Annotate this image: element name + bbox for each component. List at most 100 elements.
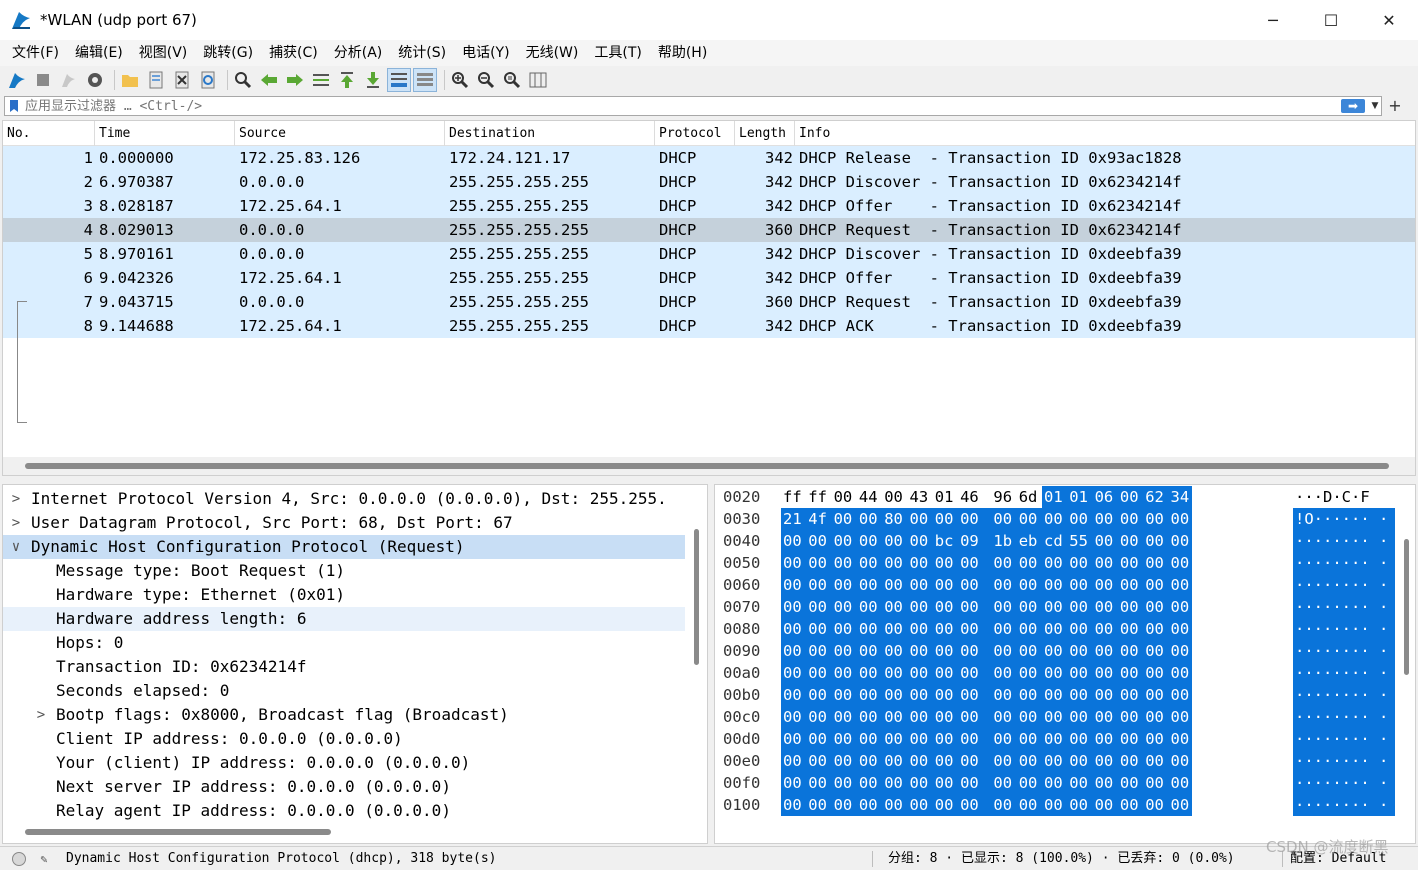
hex-byte[interactable]: 00 — [1019, 640, 1038, 662]
hex-byte[interactable]: 00 — [935, 728, 954, 750]
menu-edit[interactable]: 编辑(E) — [67, 40, 131, 66]
column-header-info[interactable]: Info — [795, 121, 1415, 146]
hex-byte[interactable]: 00 — [1171, 728, 1190, 750]
hex-byte[interactable]: 00 — [1145, 684, 1164, 706]
hex-byte[interactable]: 00 — [1171, 750, 1190, 772]
hex-byte[interactable]: 00 — [808, 530, 827, 552]
details-tree-item[interactable]: Hops: 0 — [3, 631, 707, 655]
hex-byte[interactable]: 43 — [910, 486, 929, 508]
hex-byte[interactable]: 00 — [884, 618, 903, 640]
hex-byte[interactable]: 00 — [783, 640, 802, 662]
close-button[interactable]: ✕ — [1360, 0, 1418, 40]
hex-byte[interactable]: 00 — [834, 662, 853, 684]
hex-byte[interactable]: 00 — [859, 552, 878, 574]
hex-byte[interactable]: 00 — [808, 684, 827, 706]
hex-byte[interactable]: 00 — [1019, 552, 1038, 574]
bytes-vscroll-thumb[interactable] — [1404, 539, 1409, 675]
auto-scroll-icon[interactable] — [387, 68, 411, 92]
expanded-chevron-icon[interactable]: ∨ — [9, 535, 23, 559]
hex-byte[interactable]: 00 — [808, 728, 827, 750]
hex-byte[interactable]: 00 — [1095, 596, 1114, 618]
hex-byte[interactable]: 80 — [884, 508, 903, 530]
hex-byte[interactable]: 00 — [884, 684, 903, 706]
hex-byte[interactable]: 00 — [935, 662, 954, 684]
collapsed-chevron-icon[interactable]: > — [9, 511, 23, 535]
details-tree-item[interactable]: > User Datagram Protocol, Src Port: 68, D… — [3, 511, 707, 535]
hex-byte[interactable]: 00 — [884, 728, 903, 750]
hex-byte[interactable]: 00 — [1044, 508, 1063, 530]
reload-file-icon[interactable] — [197, 69, 219, 91]
hex-byte[interactable]: 00 — [1069, 750, 1088, 772]
hex-byte[interactable]: 00 — [1044, 574, 1063, 596]
go-forward-icon[interactable] — [284, 69, 306, 91]
menu-telephony[interactable]: 电话(Y) — [454, 40, 517, 66]
hex-byte[interactable]: 00 — [834, 552, 853, 574]
open-file-icon[interactable] — [119, 69, 141, 91]
zoom-out-icon[interactable] — [475, 69, 497, 91]
hex-byte[interactable]: 00 — [783, 728, 802, 750]
hex-byte[interactable]: cd — [1044, 530, 1063, 552]
hex-byte[interactable]: 00 — [1019, 728, 1038, 750]
hex-byte[interactable]: 00 — [1120, 530, 1139, 552]
hex-byte[interactable]: 00 — [960, 552, 979, 574]
hex-byte[interactable]: 00 — [993, 706, 1012, 728]
hex-byte[interactable]: 00 — [1145, 640, 1164, 662]
hex-byte[interactable]: 00 — [884, 706, 903, 728]
details-tree-item[interactable]: ∨ Dynamic Host Configuration Protocol (Re… — [3, 535, 685, 559]
hex-byte[interactable]: 00 — [910, 728, 929, 750]
hex-byte[interactable]: 00 — [1171, 530, 1190, 552]
hex-byte[interactable]: 00 — [1145, 706, 1164, 728]
hex-byte[interactable]: 00 — [1069, 772, 1088, 794]
hex-byte[interactable]: 01 — [1044, 486, 1063, 508]
hex-byte[interactable]: 09 — [960, 530, 979, 552]
hex-byte[interactable]: 00 — [1145, 618, 1164, 640]
hex-byte[interactable]: 00 — [1095, 662, 1114, 684]
apply-filter-button[interactable]: ➡ — [1341, 99, 1365, 113]
hex-byte[interactable]: 00 — [1044, 596, 1063, 618]
hex-byte[interactable]: 00 — [884, 750, 903, 772]
hex-byte[interactable]: 00 — [859, 530, 878, 552]
column-header-no[interactable]: No. — [3, 121, 95, 146]
hex-byte[interactable]: 00 — [935, 750, 954, 772]
hex-byte[interactable]: 00 — [1145, 530, 1164, 552]
packet-list-hscroll-thumb[interactable] — [25, 463, 1389, 469]
colorize-icon[interactable] — [413, 68, 437, 92]
hex-byte[interactable]: 00 — [910, 574, 929, 596]
hex-byte[interactable]: 00 — [910, 706, 929, 728]
details-tree-item[interactable]: > Internet Protocol Version 4, Src: 0.0.0… — [3, 487, 707, 511]
hex-byte[interactable]: 00 — [859, 618, 878, 640]
hex-byte[interactable]: 00 — [1171, 794, 1190, 816]
hex-byte[interactable]: 00 — [1120, 706, 1139, 728]
hex-byte[interactable]: 00 — [1069, 508, 1088, 530]
hex-byte[interactable]: 00 — [1019, 750, 1038, 772]
menu-statistics[interactable]: 统计(S) — [390, 40, 454, 66]
hex-byte[interactable]: 00 — [960, 750, 979, 772]
hex-byte[interactable]: 00 — [1145, 662, 1164, 684]
hex-byte[interactable]: 00 — [884, 662, 903, 684]
ascii-text[interactable]: ········ · — [1295, 794, 1388, 816]
hex-byte[interactable]: 00 — [859, 794, 878, 816]
hex-byte[interactable]: 00 — [1095, 684, 1114, 706]
hex-byte[interactable]: 00 — [884, 486, 903, 508]
hex-byte[interactable]: 00 — [935, 640, 954, 662]
ascii-text[interactable]: ········ · — [1295, 530, 1388, 552]
hex-byte[interactable]: 00 — [884, 530, 903, 552]
hex-byte[interactable]: 00 — [1069, 574, 1088, 596]
hex-byte[interactable]: 00 — [993, 618, 1012, 640]
hex-byte[interactable]: 00 — [859, 596, 878, 618]
ascii-text[interactable]: ········ · — [1295, 750, 1388, 772]
hex-byte[interactable]: 00 — [1095, 706, 1114, 728]
filter-history-dropdown[interactable]: ▼ — [1369, 101, 1381, 111]
hex-byte[interactable]: 00 — [960, 772, 979, 794]
hex-byte[interactable]: 00 — [1069, 728, 1088, 750]
hex-byte[interactable]: 55 — [1069, 530, 1088, 552]
hex-byte[interactable]: 6d — [1019, 486, 1038, 508]
packet-row[interactable]: 6 9.042326 172.25.64.1 255.255.255.255 DHCP 3… — [3, 266, 1415, 290]
hex-byte[interactable]: 00 — [1069, 662, 1088, 684]
minimize-button[interactable]: ─ — [1244, 0, 1302, 40]
hex-byte[interactable]: 00 — [910, 530, 929, 552]
hex-byte[interactable]: 00 — [1095, 552, 1114, 574]
go-back-icon[interactable] — [258, 69, 280, 91]
hex-byte[interactable]: 00 — [910, 508, 929, 530]
hex-byte[interactable]: 00 — [834, 794, 853, 816]
